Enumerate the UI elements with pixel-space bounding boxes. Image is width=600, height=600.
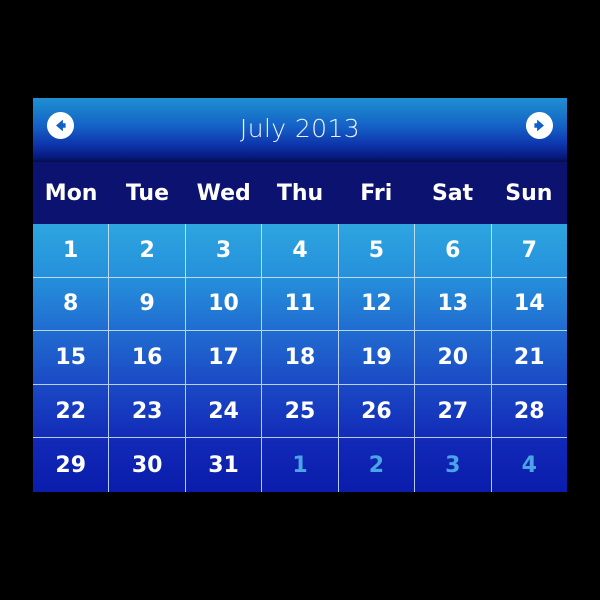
day-cell[interactable]: 12	[339, 277, 416, 331]
day-cell[interactable]: 23	[109, 384, 186, 438]
next-month-button[interactable]	[526, 112, 553, 139]
day-cell[interactable]: 11	[262, 277, 339, 331]
calendar-header: July 2013	[33, 98, 567, 162]
day-cell[interactable]: 8	[33, 277, 110, 331]
month-title: July 2013	[239, 114, 361, 143]
day-cell[interactable]: 2	[339, 438, 416, 492]
week-row: 15 16 17 18 19 20 21	[33, 331, 567, 385]
weekday-fri: Fri	[360, 180, 393, 206]
day-cell[interactable]: 10	[186, 277, 263, 331]
day-cell[interactable]: 9	[109, 277, 186, 331]
weekday-mon: Mon	[44, 180, 98, 206]
week-row: 8 9 10 11 12 13 14	[33, 277, 567, 332]
weekday-wed: Wed	[196, 180, 251, 206]
day-cell[interactable]: 7	[492, 224, 567, 277]
day-cell[interactable]: 27	[415, 384, 492, 438]
day-cell[interactable]: 29	[33, 438, 110, 492]
day-cell[interactable]: 3	[186, 224, 263, 277]
day-grid: 1 2 3 4 5 6 7 8 9 10 11 12 13 14 15 16 1…	[33, 224, 567, 492]
day-cell[interactable]: 4	[262, 224, 339, 277]
day-cell[interactable]: 19	[339, 331, 416, 384]
day-cell[interactable]: 30	[109, 438, 186, 492]
day-cell[interactable]: 17	[186, 331, 263, 384]
day-cell[interactable]: 13	[415, 277, 492, 331]
day-cell[interactable]: 31	[186, 438, 263, 492]
day-cell[interactable]: 1	[262, 438, 339, 492]
weekday-tue: Tue	[125, 180, 170, 206]
day-cell[interactable]: 24	[186, 384, 263, 438]
week-row: 29 30 31 1 2 3 4	[33, 438, 567, 492]
day-cell[interactable]: 25	[262, 384, 339, 438]
day-cell[interactable]: 18	[262, 331, 339, 384]
week-row: 1 2 3 4 5 6 7	[33, 224, 567, 278]
day-cell[interactable]: 28	[492, 385, 567, 438]
day-cell[interactable]: 16	[109, 331, 186, 384]
day-cell[interactable]: 4	[492, 438, 567, 492]
day-cell[interactable]: 1	[33, 224, 110, 277]
day-cell[interactable]: 6	[415, 224, 492, 277]
calendar-widget: July 2013 Mon Tue Wed Thu Fri Sat Sun 1 …	[33, 98, 567, 492]
arrow-right-circle-icon	[530, 116, 549, 135]
day-cell[interactable]: 21	[492, 331, 567, 384]
day-cell[interactable]: 2	[109, 224, 186, 277]
weekday-header-row: Mon Tue Wed Thu Fri Sat Sun	[33, 162, 567, 224]
weekday-sun: Sun	[505, 180, 553, 206]
day-cell[interactable]: 14	[492, 278, 567, 331]
weekday-sat: Sat	[431, 180, 474, 206]
day-cell[interactable]: 15	[33, 331, 110, 384]
day-cell[interactable]: 5	[339, 224, 416, 277]
day-cell[interactable]: 26	[339, 384, 416, 438]
day-cell[interactable]: 22	[33, 384, 110, 438]
week-row: 22 23 24 25 26 27 28	[33, 384, 567, 439]
weekday-thu: Thu	[276, 180, 324, 206]
day-cell[interactable]: 20	[415, 331, 492, 384]
day-cell[interactable]: 3	[415, 438, 492, 492]
